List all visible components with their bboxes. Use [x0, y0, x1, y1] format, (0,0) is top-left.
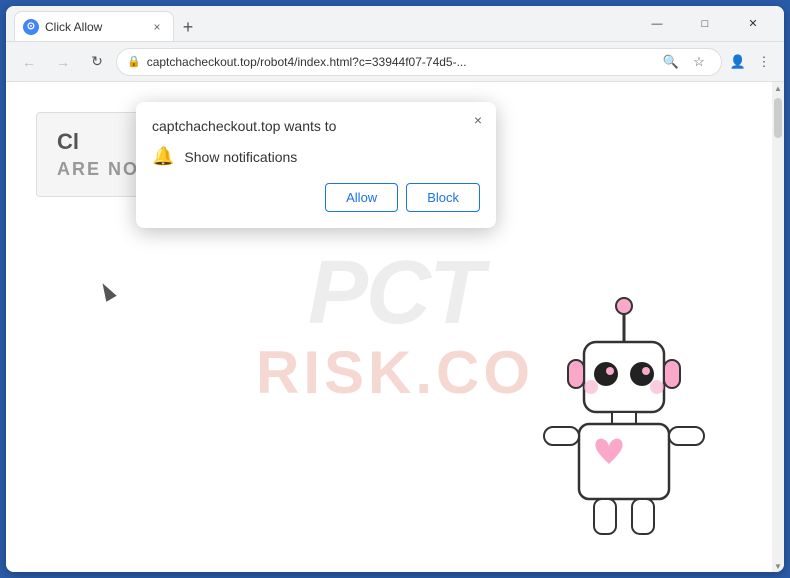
mouse-cursor	[97, 280, 116, 302]
watermark-risk: RISK.CO	[256, 338, 534, 407]
tab-title: Click Allow	[45, 20, 143, 34]
browser-tab[interactable]: ⊙ Click Allow ×	[14, 11, 174, 41]
block-button[interactable]: Block	[406, 183, 480, 212]
notification-label: Show notifications	[184, 149, 297, 165]
tab-close-button[interactable]: ×	[149, 19, 165, 35]
allow-button[interactable]: Allow	[325, 183, 398, 212]
close-button[interactable]: ✕	[730, 10, 776, 38]
lock-icon: 🔒	[127, 55, 141, 68]
search-icon-button[interactable]: 🔍	[659, 50, 683, 74]
menu-button[interactable]: ⋮	[752, 50, 776, 74]
address-text: captchacheckout.top/robot4/index.html?c=…	[147, 55, 653, 69]
dialog-buttons: Allow Block	[152, 183, 480, 212]
bell-icon: 🔔	[152, 146, 174, 167]
refresh-button[interactable]: ↻	[82, 47, 112, 77]
dialog-site-text: captchacheckout.top wants to	[152, 118, 480, 134]
window-controls: — □ ✕	[634, 10, 776, 38]
address-icons: 🔍 ☆	[659, 50, 711, 74]
scrollbar[interactable]: ▲ ▼	[772, 82, 784, 572]
minimize-button[interactable]: —	[634, 10, 680, 38]
browser-window: ⊙ Click Allow × + — □ ✕ ← → ↻ 🔒 captchac…	[6, 6, 784, 572]
tab-bar: ⊙ Click Allow × +	[14, 6, 630, 41]
profile-button[interactable]: 👤	[726, 50, 750, 74]
new-tab-button[interactable]: +	[174, 13, 202, 41]
forward-button[interactable]: →	[48, 47, 78, 77]
maximize-button[interactable]: □	[682, 10, 728, 38]
scroll-up-arrow[interactable]: ▲	[772, 82, 784, 94]
toolbar-right-buttons: 👤 ⋮	[726, 50, 776, 74]
dialog-notification-row: 🔔 Show notifications	[152, 146, 480, 167]
address-bar[interactable]: 🔒 captchacheckout.top/robot4/index.html?…	[116, 48, 722, 76]
back-button[interactable]: ←	[14, 47, 44, 77]
title-bar: ⊙ Click Allow × + — □ ✕	[6, 6, 784, 42]
robot-illustration	[524, 292, 724, 552]
scrollbar-thumb[interactable]	[774, 98, 782, 138]
bookmark-button[interactable]: ☆	[687, 50, 711, 74]
scroll-down-arrow[interactable]: ▼	[772, 560, 784, 572]
notification-dialog: × captchacheckout.top wants to 🔔 Show no…	[136, 102, 496, 228]
toolbar: ← → ↻ 🔒 captchacheckout.top/robot4/index…	[6, 42, 784, 82]
watermark-pct: PCT	[308, 248, 482, 338]
tab-favicon: ⊙	[23, 19, 39, 35]
page-content: PCT RISK.CO Cl ARE NOT A ROBOT?	[6, 82, 784, 572]
dialog-close-button[interactable]: ×	[468, 110, 488, 130]
